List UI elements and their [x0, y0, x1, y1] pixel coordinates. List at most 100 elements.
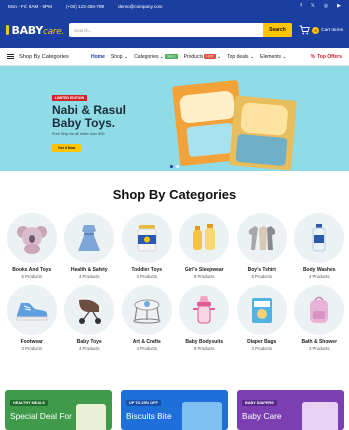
section-title: Shop By Categories — [112, 187, 237, 202]
phone-number[interactable]: (+00) 123-456-789 — [66, 4, 104, 9]
nav-link-home[interactable]: Home — [91, 54, 105, 60]
categories-toggle-label: Shop By Categories — [19, 53, 69, 60]
logo-sub-text: care. — [42, 26, 64, 37]
category-name: Boy's Tshirt — [247, 267, 276, 273]
category-card[interactable]: Books And Toys 6 Products — [3, 213, 61, 279]
email-address[interactable]: demo@company.com — [118, 4, 162, 9]
nav-link-categories[interactable]: Categories ⌄ SALE — [134, 53, 178, 60]
category-card[interactable]: Body Washes 4 Products — [291, 213, 349, 279]
category-name: Diaper Bags — [247, 339, 277, 345]
category-count: 3 Products — [251, 346, 273, 351]
category-card[interactable]: Toddler Toys 3 Products — [118, 213, 176, 279]
backpack-icon — [310, 296, 329, 323]
lotion-icon — [312, 224, 326, 252]
promo-card-biscuits[interactable]: UP TO 25% OFF Biscuits Bite — [121, 390, 228, 430]
category-count: 3 Products — [136, 274, 158, 279]
category-count: 8 Products — [193, 346, 215, 351]
category-name: Health & Safety — [70, 267, 108, 273]
promo-title: Special Deal For — [10, 411, 72, 421]
youtube-icon[interactable]: ▶ — [337, 3, 341, 9]
logo-icon — [6, 25, 10, 35]
carousel-dot[interactable] — [176, 165, 179, 168]
top-bar: Mon - Fri: 8AM - 5PM (+00) 123-456-789 d… — [0, 0, 349, 12]
promo-product-image — [76, 404, 106, 430]
category-card[interactable]: Footwear 3 Products — [3, 285, 61, 351]
shop-by-categories-toggle[interactable]: Shop By Categories — [7, 54, 91, 60]
category-card[interactable]: Girl's Sleepwear 8 Products — [176, 213, 234, 279]
logo-main-text: BABY — [11, 23, 43, 37]
main-navigation: Shop By Categories Home Shop ⌄ Categorie… — [0, 48, 349, 66]
category-grid: Books And Toys 6 Products Health & Safet… — [0, 213, 349, 351]
facebook-icon[interactable]: f — [300, 3, 301, 9]
category-card[interactable]: Boy's Tshirt 5 Products — [233, 213, 291, 279]
x-twitter-icon[interactable]: 𝕏 — [311, 3, 315, 9]
category-card[interactable]: Baby Bodysuits 8 Products — [176, 285, 234, 351]
chevron-down-icon: ⌄ — [216, 53, 222, 60]
cart[interactable]: 0 Cart items — [299, 25, 343, 35]
nav-link-elements[interactable]: Elements ⌄ — [260, 54, 286, 60]
bottles-icon — [193, 224, 216, 250]
category-card[interactable]: Health & Safety 4 Products — [61, 213, 119, 279]
category-name: Bath & Shower — [301, 339, 338, 345]
sippy-cup-icon — [193, 296, 216, 324]
limited-edition-tag: LIMITED EDITION — [52, 95, 88, 101]
category-card[interactable]: Art & Crafts 4 Products — [118, 285, 176, 351]
category-image — [236, 285, 287, 335]
hero-banner: LIMITED EDITION Nabi & Rasul Baby Toys. … — [0, 66, 349, 171]
promo-product-image — [182, 402, 222, 430]
category-name: Girl's Sleepwear — [184, 267, 224, 273]
instagram-icon[interactable]: ◎ — [324, 3, 328, 9]
site-logo[interactable]: BABYcare. — [6, 24, 64, 37]
category-name: Baby Toys — [76, 339, 102, 345]
category-card[interactable]: Baby Toys 4 Products — [61, 285, 119, 351]
cart-count-badge: 0 — [312, 26, 320, 34]
top-offers-link[interactable]: % Top Offers — [311, 54, 342, 60]
category-count: 4 Products — [308, 274, 330, 279]
promo-card-diapers[interactable]: BABY DIAPERS Baby Care — [237, 390, 344, 430]
category-image — [6, 213, 57, 263]
chevron-down-icon: ⌄ — [249, 53, 255, 60]
main-header: BABYcare. Search... Search 0 Cart items — [0, 12, 349, 48]
category-name: Books And Toys — [12, 267, 52, 273]
formula-can-icon — [137, 225, 157, 252]
category-image — [179, 285, 230, 335]
promo-card-meals[interactable]: HEALTHY MEALS Special Deal For — [5, 390, 112, 430]
search-button[interactable]: Search — [263, 23, 292, 37]
nav-link-products[interactable]: Products HOT ⌄ — [184, 54, 222, 60]
category-image — [236, 213, 287, 263]
category-card[interactable]: Diaper Bags 3 Products — [233, 285, 291, 351]
category-count: 4 Products — [78, 274, 100, 279]
search-bar: Search... Search — [69, 23, 292, 37]
dress-icon — [78, 225, 101, 251]
chevron-down-icon: ⌄ — [159, 53, 164, 60]
sale-badge: SALE — [164, 53, 178, 60]
get-it-now-button[interactable]: Get it Now — [52, 144, 82, 152]
hero-subtitle: Free Ship for all order over $35 — [52, 132, 105, 136]
social-links: f 𝕏 ◎ ▶ — [300, 3, 341, 9]
hamburger-icon — [7, 54, 14, 59]
search-input[interactable]: Search... — [69, 28, 263, 33]
category-name: Baby Bodysuits — [185, 339, 224, 345]
category-image — [121, 285, 172, 335]
category-image — [294, 285, 345, 335]
promo-product-image — [302, 402, 338, 430]
koala-toy-icon — [16, 226, 47, 254]
category-card[interactable]: Bath & Shower 3 Products — [291, 285, 349, 351]
category-count: 3 Products — [308, 346, 330, 351]
nav-link-shop[interactable]: Shop ⌄ — [111, 54, 128, 60]
category-name: Footwear — [20, 339, 43, 345]
chevron-down-icon: ⌄ — [282, 53, 287, 60]
category-name: Art & Crafts — [132, 339, 161, 345]
shoe-icon — [16, 303, 48, 321]
category-image — [121, 213, 172, 263]
nav-link-top-deals[interactable]: Top deals ⌄ — [227, 54, 254, 60]
category-count: 6 Products — [21, 274, 43, 279]
top-offers-label: Top Offers — [317, 53, 342, 60]
carousel-dot[interactable] — [170, 165, 173, 168]
promo-cards: HEALTHY MEALS Special Deal For UP TO 25%… — [0, 390, 349, 430]
nav-links: Home Shop ⌄ Categories ⌄ SALE Products HOT… — [91, 54, 287, 60]
category-count: 8 Products — [193, 274, 215, 279]
diapers-icon — [251, 298, 272, 323]
category-count: 4 Products — [136, 346, 158, 351]
walker-icon — [133, 299, 161, 324]
